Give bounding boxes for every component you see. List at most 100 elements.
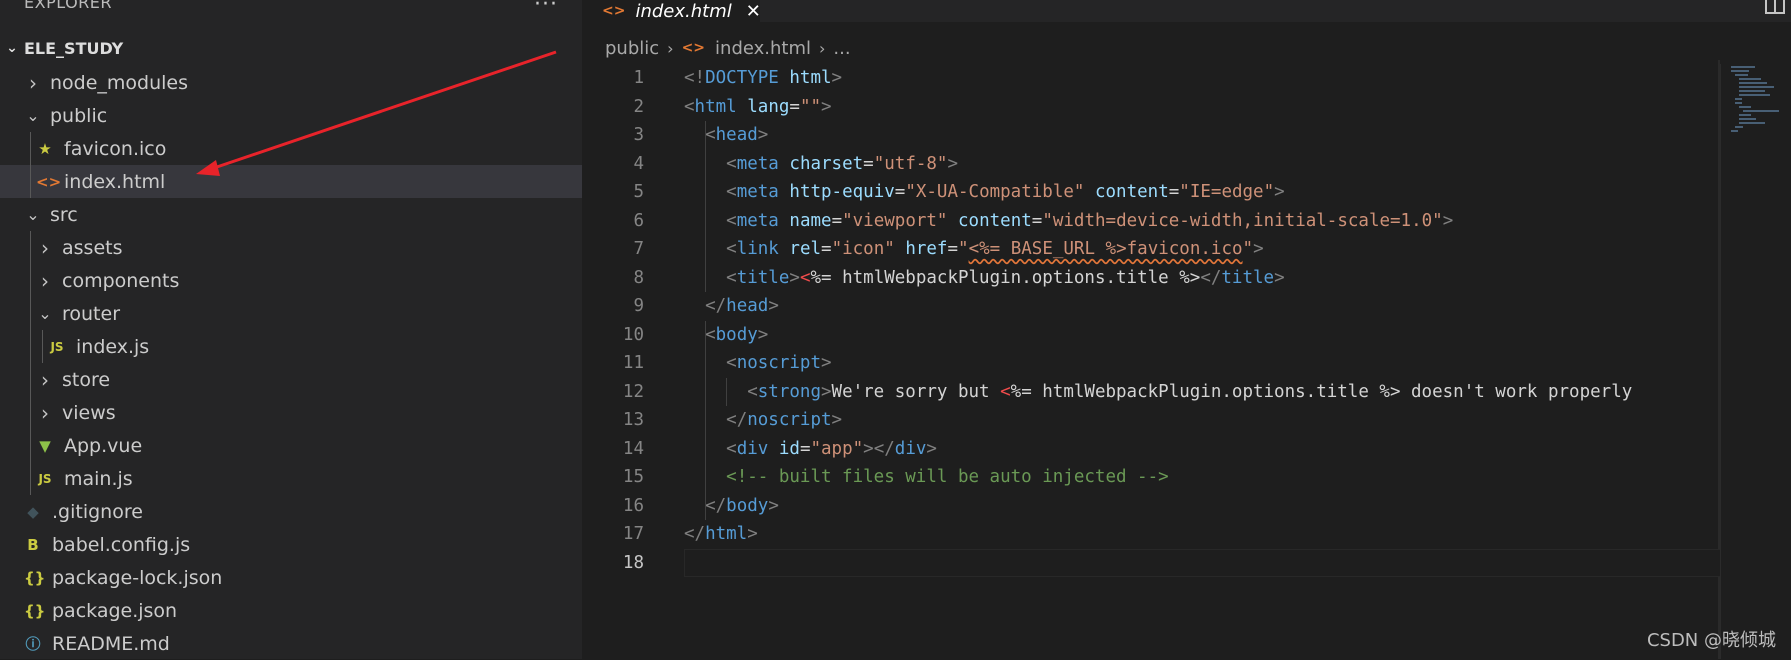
- tree-item-node-modules[interactable]: › node_modules: [0, 66, 582, 99]
- minimap-line: [1735, 98, 1743, 100]
- minimap-line: [1739, 94, 1771, 96]
- tab-index-html[interactable]: <> index.html ✕: [582, 0, 761, 22]
- code-line[interactable]: 9 </head>: [582, 292, 1720, 321]
- code-line[interactable]: 17 </html>: [582, 520, 1720, 549]
- code-token: <: [705, 125, 716, 146]
- tree-item-label: node_modules: [50, 71, 189, 94]
- more-actions-icon[interactable]: ···: [534, 0, 558, 17]
- project-folder-title[interactable]: ⌄ ELE_STUDY: [0, 36, 123, 60]
- code-line[interactable]: 2 <html lang="">: [582, 93, 1720, 122]
- tree-item-favicon-ico[interactable]: ★ favicon.ico: [0, 132, 582, 165]
- code-token: title: [736, 267, 790, 288]
- close-icon[interactable]: ✕: [746, 1, 761, 22]
- html-icon: <>: [681, 40, 706, 56]
- code-token: "icon": [831, 239, 895, 260]
- tree-item-assets[interactable]: › assets: [0, 231, 582, 264]
- line-code: </body>: [684, 496, 779, 516]
- tree-item-main-js[interactable]: JS main.js: [0, 462, 582, 495]
- code-token: >: [821, 96, 832, 117]
- code-token: link: [736, 239, 779, 260]
- minimap-line: [1735, 74, 1749, 76]
- code-token: =: [789, 96, 800, 117]
- breadcrumb-file[interactable]: index.html: [715, 38, 811, 59]
- tree-item-store[interactable]: › store: [0, 363, 582, 396]
- line-number: 9: [633, 296, 644, 317]
- code-line[interactable]: 1 <!DOCTYPE html>: [582, 64, 1720, 93]
- code-line[interactable]: 3 <head>: [582, 121, 1720, 150]
- breadcrumb-folder[interactable]: public: [605, 38, 659, 59]
- code-line[interactable]: 10 <body>: [582, 321, 1720, 350]
- minimap-line: [1739, 78, 1761, 80]
- chevron-right-icon: ›: [667, 38, 674, 58]
- minimap-line: [1739, 90, 1766, 92]
- code-line[interactable]: 8 <title><%= htmlWebpackPlugin.options.t…: [582, 264, 1720, 293]
- tree-item-label: store: [62, 368, 111, 391]
- code-line[interactable]: 14 <div id="app"></div>: [582, 435, 1720, 464]
- tree-item-package-lock-json[interactable]: {} package-lock.json: [0, 561, 582, 594]
- minimap-line: [1739, 122, 1766, 124]
- tree-item-views[interactable]: › views: [0, 396, 582, 429]
- breadcrumb-symbol[interactable]: ...: [833, 38, 850, 59]
- code-token: >: [1274, 182, 1285, 203]
- code-token: >: [831, 410, 843, 431]
- tree-item-src[interactable]: ⌄ src: [0, 198, 582, 231]
- tree-item-label: package.json: [52, 599, 178, 622]
- code-token: noscript: [747, 410, 832, 431]
- tree-item-babel-config-js[interactable]: Bbabel.config.js: [0, 528, 582, 561]
- code-line[interactable]: 5 <meta http-equiv="X-UA-Compatible" con…: [582, 178, 1720, 207]
- json-icon: {}: [24, 601, 46, 620]
- code-token: >: [768, 296, 779, 317]
- html-icon: <>: [36, 172, 62, 191]
- chevron-right-icon: ›: [41, 367, 49, 392]
- chevron-right-icon: ›: [29, 70, 37, 95]
- info-icon: ⓘ: [25, 635, 41, 653]
- tree-item-index-html[interactable]: <> index.html: [0, 165, 582, 198]
- code-line[interactable]: 12 <strong>We're sorry but <%= htmlWebpa…: [582, 378, 1720, 407]
- code-line[interactable]: 7 <link rel="icon" href="<%= BASE_URL %>…: [582, 235, 1720, 264]
- code-line[interactable]: 15 <!-- built files will be auto injecte…: [582, 463, 1720, 492]
- code-token: >: [789, 267, 800, 288]
- tree-item-app-vue[interactable]: ▼ App.vue: [0, 429, 582, 462]
- line-code: <meta http-equiv="X-UA-Compatible" conte…: [684, 182, 1285, 202]
- code-token: <: [726, 438, 737, 459]
- line-number: 6: [633, 210, 644, 231]
- code-line[interactable]: 11 <noscript>: [582, 349, 1720, 378]
- minimap-line: [1731, 70, 1749, 72]
- minimap[interactable]: [1720, 64, 1791, 659]
- code-line[interactable]: 6 <meta name="viewport" content="width=d…: [582, 207, 1720, 236]
- code-editor[interactable]: 1 <!DOCTYPE html> 2 <html lang=""> 3 <head> 4…: [582, 64, 1722, 644]
- split-editor-icon[interactable]: [1765, 0, 1785, 14]
- tree-item-label: router: [62, 302, 121, 325]
- line-number: 3: [633, 125, 644, 146]
- tree-item-package-json[interactable]: {} package.json: [0, 594, 582, 627]
- code-token: rel: [789, 239, 822, 260]
- code-token: ></: [863, 438, 895, 459]
- tree-item-components[interactable]: › components: [0, 264, 582, 297]
- code-token: >: [757, 125, 769, 146]
- indent-guide: [30, 231, 31, 495]
- code-line[interactable]: 18: [582, 548, 1722, 577]
- tree-item-label: assets: [62, 236, 123, 259]
- vue-icon: ▼: [39, 436, 51, 455]
- tab-label: index.html: [635, 0, 732, 22]
- tree-item-router[interactable]: ⌄ router: [0, 297, 582, 330]
- tree-item-index-js[interactable]: JS index.js: [0, 330, 582, 363]
- file-tree: › node_modules ⌄ public ★ favicon.ico <> index.…: [0, 66, 582, 660]
- code-token: head: [715, 125, 758, 146]
- code-token: name: [789, 210, 832, 231]
- code-line[interactable]: 13 </noscript>: [582, 406, 1720, 435]
- tree-item-readme-md[interactable]: ⓘ README.md: [0, 627, 582, 660]
- code-line[interactable]: 4 <meta charset="utf-8">: [582, 150, 1720, 179]
- code-token: %= htmlWebpackPlugin.options.title %> do…: [1010, 381, 1633, 402]
- tree-item-gitignore[interactable]: ◆ .gitignore: [0, 495, 582, 528]
- tree-item-public[interactable]: ⌄ public: [0, 99, 582, 132]
- code-token: <: [799, 267, 811, 288]
- code-line[interactable]: 16 </body>: [582, 492, 1720, 521]
- minimap-line: [1731, 66, 1755, 68]
